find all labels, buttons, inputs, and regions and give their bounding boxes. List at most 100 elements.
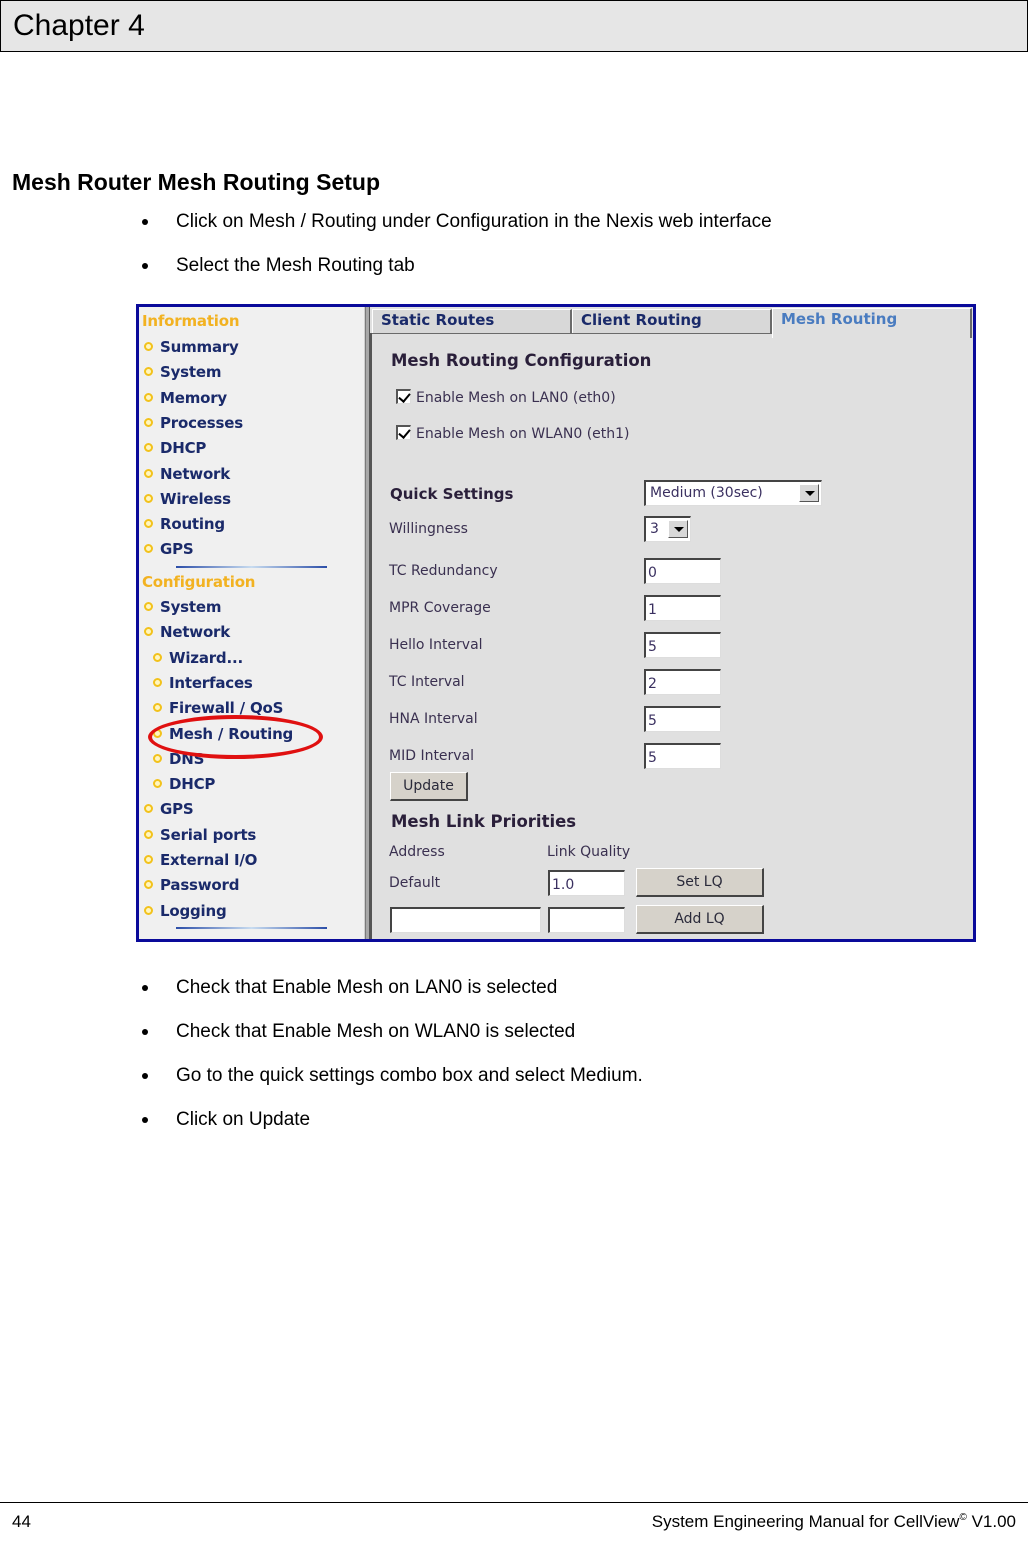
bullet-icon — [142, 1117, 148, 1123]
sidebar-item[interactable]: Processes — [144, 414, 243, 436]
steps-after-list: Check that Enable Mesh on LAN0 is select… — [0, 976, 1028, 1152]
sidebar-item[interactable]: Network — [144, 623, 230, 645]
enable-lan0-row[interactable]: Enable Mesh on LAN0 (eth0) — [396, 389, 616, 406]
footer-divider — [0, 1502, 1028, 1503]
list-item: Check that Enable Mesh on LAN0 is select… — [0, 976, 1028, 1020]
new-lq-input[interactable] — [548, 907, 625, 933]
sidebar-item[interactable]: DHCP — [153, 775, 215, 797]
bullet-icon — [153, 703, 162, 713]
bullet-icon — [153, 753, 162, 763]
bullet-icon — [144, 468, 153, 478]
sidebar-item[interactable]: Summary — [144, 338, 239, 360]
param-input[interactable] — [644, 632, 721, 658]
default-lq-input[interactable] — [548, 870, 625, 896]
bullet-icon — [144, 855, 153, 864]
quick-settings-label: Quick Settings — [390, 485, 514, 503]
sidebar-item[interactable]: System — [144, 363, 221, 385]
sidebar-item[interactable]: External I/O — [144, 851, 257, 873]
bullet-icon — [153, 677, 162, 687]
bullet-icon — [144, 367, 153, 377]
page-number: 44 — [12, 1512, 31, 1531]
quick-settings-select[interactable]: Medium (30sec) — [644, 480, 822, 506]
param-input[interactable] — [644, 595, 721, 621]
param-label: TC Interval — [389, 674, 465, 690]
param-label: Hello Interval — [389, 637, 483, 653]
default-label: Default — [389, 875, 441, 891]
param-label: HNA Interval — [389, 711, 478, 727]
willingness-select[interactable]: 3 — [644, 516, 691, 542]
param-input[interactable] — [644, 706, 721, 732]
sidebar-item[interactable]: Interfaces — [153, 674, 253, 696]
willingness-value: 3 — [650, 521, 659, 537]
enable-wlan0-row[interactable]: Enable Mesh on WLAN0 (eth1) — [396, 425, 630, 442]
update-button[interactable]: Update — [390, 772, 468, 801]
section-title: Mesh Router Mesh Routing Setup — [12, 169, 380, 195]
list-item: Click on Mesh / Routing under Configurat… — [0, 210, 1028, 254]
quick-settings-value: Medium (30sec) — [650, 485, 763, 501]
bullet-icon — [153, 652, 162, 662]
footer-title: System Engineering Manual for CellView© … — [651, 1512, 1016, 1531]
enable-wlan0-checkbox[interactable] — [396, 425, 411, 440]
bullet-icon — [144, 544, 153, 554]
bullet-icon — [144, 519, 153, 529]
enable-wlan0-label: Enable Mesh on WLAN0 (eth1) — [416, 426, 630, 442]
bullet-icon — [144, 829, 153, 839]
bullet-icon — [153, 779, 162, 789]
nav-divider — [176, 927, 327, 929]
param-label: MPR Coverage — [389, 600, 491, 616]
chevron-down-icon[interactable] — [799, 484, 819, 502]
list-item: Check that Enable Mesh on WLAN0 is selec… — [0, 1020, 1028, 1064]
param-input[interactable] — [644, 743, 721, 769]
nav-heading-configuration: Configuration — [142, 573, 256, 591]
bullet-icon — [144, 880, 153, 890]
web-interface-screenshot: Information Summary System Memory Processes… — [136, 304, 976, 942]
sidebar-item[interactable]: Memory — [144, 389, 227, 411]
bullet-icon — [142, 1073, 148, 1079]
sidebar-item[interactable]: Password — [144, 876, 239, 898]
enable-lan0-checkbox[interactable] — [396, 389, 411, 404]
tab-static-routes[interactable]: Static Routes — [372, 309, 572, 333]
sidebar-item[interactable]: Serial ports — [144, 826, 256, 848]
sidebar-item[interactable]: Routing — [144, 515, 225, 537]
param-label: MID Interval — [389, 748, 475, 764]
chapter-header: Chapter 4 — [0, 0, 1028, 52]
sidebar-item[interactable]: GPS — [144, 540, 194, 562]
bullet-icon — [144, 493, 153, 503]
bullet-icon — [144, 804, 153, 814]
address-column-header: Address — [389, 844, 445, 860]
bullet-icon — [144, 627, 153, 637]
sidebar-item[interactable]: Network — [144, 465, 230, 487]
nav-heading-information: Information — [142, 312, 240, 330]
link-quality-column-header: Link Quality — [547, 844, 631, 860]
bullet-icon — [142, 219, 148, 225]
mesh-routing-panel: Mesh Routing Configuration Enable Mesh o… — [372, 334, 972, 939]
nav-divider — [176, 566, 327, 568]
sidebar-item[interactable]: Wireless — [144, 490, 231, 512]
bullet-icon — [142, 985, 148, 991]
sidebar: Information Summary System Memory Processes… — [139, 307, 365, 939]
bullet-icon — [144, 392, 153, 402]
sidebar-item[interactable]: DHCP — [144, 439, 206, 461]
new-address-input[interactable] — [390, 907, 541, 933]
bullet-icon — [144, 342, 153, 351]
enable-lan0-label: Enable Mesh on LAN0 (eth0) — [416, 390, 616, 406]
tab-client-routing[interactable]: Client Routing — [572, 309, 772, 333]
sidebar-item[interactable]: Logging — [144, 902, 227, 924]
list-item: Go to the quick settings combo box and s… — [0, 1064, 1028, 1108]
param-input[interactable] — [644, 558, 721, 584]
steps-before-list: Click on Mesh / Routing under Configurat… — [0, 210, 1028, 298]
param-input[interactable] — [644, 669, 721, 695]
bullet-icon — [144, 602, 153, 611]
chevron-down-icon[interactable] — [668, 520, 688, 538]
set-lq-button[interactable]: Set LQ — [636, 868, 764, 897]
list-item: Click on Update — [0, 1108, 1028, 1152]
sidebar-item[interactable]: GPS — [144, 800, 194, 822]
sidebar-item[interactable]: System — [144, 598, 221, 620]
add-lq-button[interactable]: Add LQ — [636, 905, 764, 934]
bullet-icon — [144, 905, 153, 915]
bullet-icon — [144, 443, 153, 453]
config-heading: Mesh Routing Configuration — [391, 351, 652, 370]
sidebar-item[interactable]: Wizard... — [153, 649, 243, 671]
chapter-title: Chapter 4 — [13, 9, 145, 42]
link-priorities-heading: Mesh Link Priorities — [391, 812, 577, 831]
